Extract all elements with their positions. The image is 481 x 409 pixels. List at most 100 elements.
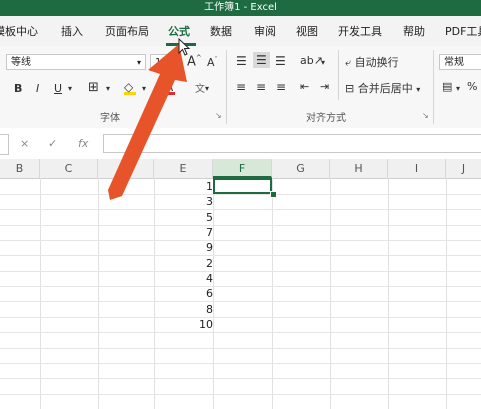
gridline (0, 378, 481, 379)
gridline (40, 178, 41, 409)
group-separator (338, 50, 339, 100)
tab-data[interactable]: 数据 (210, 23, 232, 39)
column-header-i[interactable]: I (388, 159, 446, 178)
accounting-format-icon[interactable]: ▤ (442, 80, 452, 93)
worksheet-grid[interactable]: B C D E F G H I J 1 3 5 7 9 2 4 6 8 10 (0, 159, 481, 409)
font-color-icon[interactable]: A (165, 80, 175, 95)
align-left-icon[interactable]: ≡ (236, 80, 246, 94)
tab-insert[interactable]: 插入 (61, 23, 83, 39)
cell-e[interactable]: 10 (154, 317, 213, 332)
fill-color-icon[interactable]: ◇ (124, 80, 136, 95)
increase-indent-icon[interactable]: ⇥ (320, 80, 329, 93)
italic-button[interactable]: I (36, 82, 39, 95)
gridline (446, 178, 447, 409)
align-right-icon[interactable]: ≡ (276, 80, 286, 94)
wrap-text-button[interactable]: ⤶ 自动换行 (345, 54, 399, 70)
alignment-group-label: 对齐方式 (306, 113, 346, 124)
shrink-font-caret-icon: ˇ (214, 56, 218, 64)
cell-e[interactable]: 7 (154, 225, 213, 240)
gridline (0, 209, 481, 210)
font-group-label: 字体 (100, 113, 120, 124)
cell-e[interactable]: 6 (154, 286, 213, 301)
align-middle-icon[interactable]: ☰ (253, 52, 270, 68)
number-format-value: 常规 (444, 57, 464, 68)
tab-formulas[interactable]: 公式 (168, 23, 190, 39)
wrap-text-icon: ⤶ (345, 56, 352, 69)
insert-function-icon[interactable]: fx (78, 137, 88, 150)
bold-button[interactable]: B (14, 82, 22, 95)
number-format-select[interactable]: 常规 (439, 54, 481, 70)
merge-center-button[interactable]: ⊟ 合并后居中 ▾ (345, 80, 420, 96)
column-header-c[interactable]: C (40, 159, 98, 178)
underline-button[interactable]: U (54, 82, 62, 95)
wrap-text-label: 自动换行 (354, 56, 399, 69)
font-color-swatch (165, 92, 175, 95)
tab-page-layout[interactable]: 页面布局 (105, 23, 149, 39)
merge-center-icon: ⊟ (345, 82, 355, 95)
tab-review[interactable]: 审阅 (254, 23, 276, 39)
window-title: 工作簿1 - Excel (204, 2, 277, 13)
borders-icon[interactable]: ⊞ (88, 80, 99, 95)
fill-color-dropdown-icon[interactable]: ▾ (142, 84, 146, 93)
column-header-bar: B C D E F G H I J (0, 159, 481, 179)
fill-handle[interactable] (270, 191, 277, 198)
column-header-d[interactable]: D (98, 159, 154, 178)
gridline (0, 255, 481, 256)
gridline (0, 194, 481, 195)
gridline (272, 178, 273, 409)
alignment-dialog-launcher-icon[interactable]: ↘ (422, 111, 429, 120)
title-bar: 工作簿1 - Excel (0, 0, 481, 16)
fill-color-swatch (124, 92, 136, 95)
underline-dropdown-icon[interactable]: ▾ (68, 84, 72, 93)
tab-help[interactable]: 帮助 (403, 23, 425, 39)
cell-e[interactable]: 8 (154, 302, 213, 317)
shrink-font-button[interactable]: Aˇ (207, 56, 218, 69)
phonetic-dropdown-icon[interactable]: ▾ (205, 84, 209, 93)
tab-developer[interactable]: 开发工具 (338, 23, 382, 39)
gridline (0, 271, 481, 272)
cell-e[interactable]: 3 (154, 194, 213, 209)
phonetic-guide-icon[interactable]: 文 (195, 80, 205, 95)
tab-view[interactable]: 视图 (296, 23, 318, 39)
active-cell[interactable] (213, 178, 272, 194)
decrease-indent-icon[interactable]: ⇤ (300, 80, 309, 93)
cell-e[interactable]: 2 (154, 256, 213, 271)
orientation-dropdown-icon[interactable]: ▾ (321, 58, 325, 67)
font-name-select[interactable]: 等线 ▾ (6, 54, 146, 70)
percent-style-icon[interactable]: % (467, 80, 477, 93)
align-center-icon[interactable]: ≡ (256, 80, 266, 94)
gridline (213, 178, 214, 409)
column-header-g[interactable]: G (272, 159, 330, 178)
enter-icon[interactable]: ✓ (48, 137, 57, 150)
accounting-dropdown-icon[interactable]: ▾ (456, 84, 460, 93)
gridline (388, 178, 389, 409)
shrink-font-label: A (207, 56, 215, 69)
column-header-j[interactable]: J (446, 159, 481, 178)
cancel-icon[interactable]: × (20, 137, 29, 150)
grow-font-caret-icon: ^ (195, 54, 202, 62)
font-size-select[interactable]: 11 (150, 54, 178, 70)
borders-dropdown-icon[interactable]: ▾ (106, 84, 110, 93)
name-box[interactable] (0, 134, 9, 155)
group-separator (226, 50, 227, 124)
ribbon-tab-bar: 模板中心 插入 页面布局 公式 数据 审阅 视图 开发工具 帮助 PDF工具 (0, 16, 481, 47)
column-header-e[interactable]: E (154, 159, 213, 178)
cell-e[interactable]: 9 (154, 240, 213, 255)
tab-pdf-tools[interactable]: PDF工具 (445, 23, 481, 39)
gridline (98, 178, 99, 409)
align-bottom-icon[interactable]: ☰ (275, 54, 286, 68)
cell-e[interactable]: 1 (154, 179, 213, 194)
font-dialog-launcher-icon[interactable]: ↘ (215, 111, 222, 120)
column-header-b[interactable]: B (0, 159, 40, 178)
column-header-h[interactable]: H (330, 159, 388, 178)
gridline (0, 286, 481, 287)
column-header-f[interactable]: F (213, 159, 272, 178)
cell-e[interactable]: 4 (154, 271, 213, 286)
cell-e[interactable]: 5 (154, 210, 213, 225)
orientation-icon[interactable]: ab↗ (300, 54, 323, 67)
font-size-value: 11 (155, 57, 168, 68)
align-top-icon[interactable]: ☰ (236, 54, 247, 68)
group-separator (433, 50, 434, 124)
tab-template-center[interactable]: 模板中心 (0, 23, 38, 39)
formula-input[interactable] (103, 134, 481, 153)
